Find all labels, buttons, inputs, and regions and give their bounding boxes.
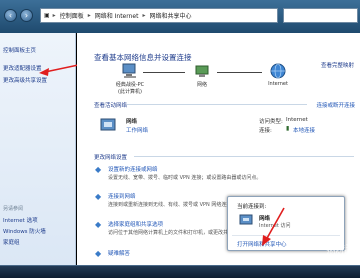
network-label: 网络 [196, 82, 207, 88]
setup-connection-link[interactable]: 设置新的连接或网络 [108, 165, 158, 173]
internet-label: Internet [268, 81, 288, 87]
red-arrow-annotation [262, 207, 285, 246]
computer-icon [122, 63, 136, 78]
connect-network-icon: ◆ [95, 192, 102, 201]
taskbar [0, 265, 360, 278]
search-input[interactable] [283, 8, 358, 23]
connect-network-link[interactable]: 连接到网络 [108, 192, 136, 200]
connect-disconnect-link[interactable]: 连接或断开连接 [316, 101, 355, 109]
network-name: 网络 [126, 119, 138, 125]
breadcrumb-item[interactable]: 控制面板 [60, 11, 84, 20]
active-networks-title: 查看活动网络 [94, 103, 128, 109]
access-type-label: 访问类型: [259, 119, 283, 125]
homegroup-sharing-link[interactable]: 选择家庭组和共享选项 [108, 220, 163, 228]
map-connector [217, 72, 262, 73]
full-map-link[interactable]: 查看完整映射 [321, 61, 354, 69]
internet-node: Internet [260, 63, 296, 87]
computer-node: 经典战役-PC (此计算机) [110, 63, 150, 95]
address-bar[interactable]: ▣ ▸ 控制面板 ▸ 网络和 Internet ▸ 网络和共享中心 [40, 8, 278, 23]
troubleshoot-link[interactable]: 疑难解答 [108, 249, 130, 257]
access-type-value: Internet [286, 117, 308, 123]
chevron-icon: ▸ [142, 12, 146, 19]
chevron-icon: ▸ [87, 12, 91, 19]
breadcrumb-item[interactable]: 网络和共享中心 [149, 11, 191, 20]
section-divider [134, 156, 354, 157]
page-title: 查看基本网络信息并设置连接 [94, 53, 192, 62]
breadcrumb-item[interactable]: 网络和 Internet [95, 11, 139, 20]
title-bar: ‹ › ▣ ▸ 控制面板 ▸ 网络和 Internet ▸ 网络和共享中心 [0, 0, 360, 33]
network-icon [239, 214, 253, 225]
connection-icon: ▮ [286, 125, 290, 132]
connection-label: 连接: [259, 128, 272, 134]
connect-network-desc: 连接到或重新连接到无线、有线、拨号或 VPN 网络连接。 [108, 202, 237, 208]
computer-sublabel: (此计算机) [118, 89, 142, 95]
network-node: 网络 [187, 63, 217, 88]
globe-icon [270, 63, 286, 79]
internet-options-link[interactable]: Internet 选项 [3, 216, 38, 224]
back-button[interactable]: ‹ [4, 9, 17, 22]
work-network-icon [100, 118, 116, 131]
clock-date: 2016/11/2 [326, 250, 352, 256]
homegroup-icon: ◆ [95, 220, 102, 229]
chevron-icon: ▸ [52, 12, 56, 19]
network-type-link[interactable]: 工作网络 [126, 126, 148, 134]
change-settings-title: 更改网络设置 [94, 155, 128, 161]
map-connector [143, 72, 185, 73]
windows-firewall-link[interactable]: Windows 防火墙 [3, 227, 46, 235]
system-clock[interactable]: 14:36 2016/11/2 [326, 244, 352, 256]
section-divider [127, 104, 307, 105]
forward-button[interactable]: › [20, 9, 33, 22]
network-icon [195, 65, 209, 77]
troubleshoot-icon: ◆ [95, 249, 102, 258]
setup-connection-desc: 设置无线、宽带、拨号、临时或 VPN 连接；或设置路由器或访问点。 [108, 175, 262, 181]
see-also-label: 另请参阅 [3, 206, 24, 212]
homegroup-link[interactable]: 家庭组 [3, 238, 20, 246]
computer-label: 经典战役-PC [115, 82, 145, 88]
control-panel-home-link[interactable]: 控制面板主页 [3, 46, 36, 54]
new-connection-icon: ◆ [95, 165, 102, 174]
local-connection-link[interactable]: 本地连接 [293, 126, 315, 134]
folder-icon: ▣ [44, 12, 50, 19]
